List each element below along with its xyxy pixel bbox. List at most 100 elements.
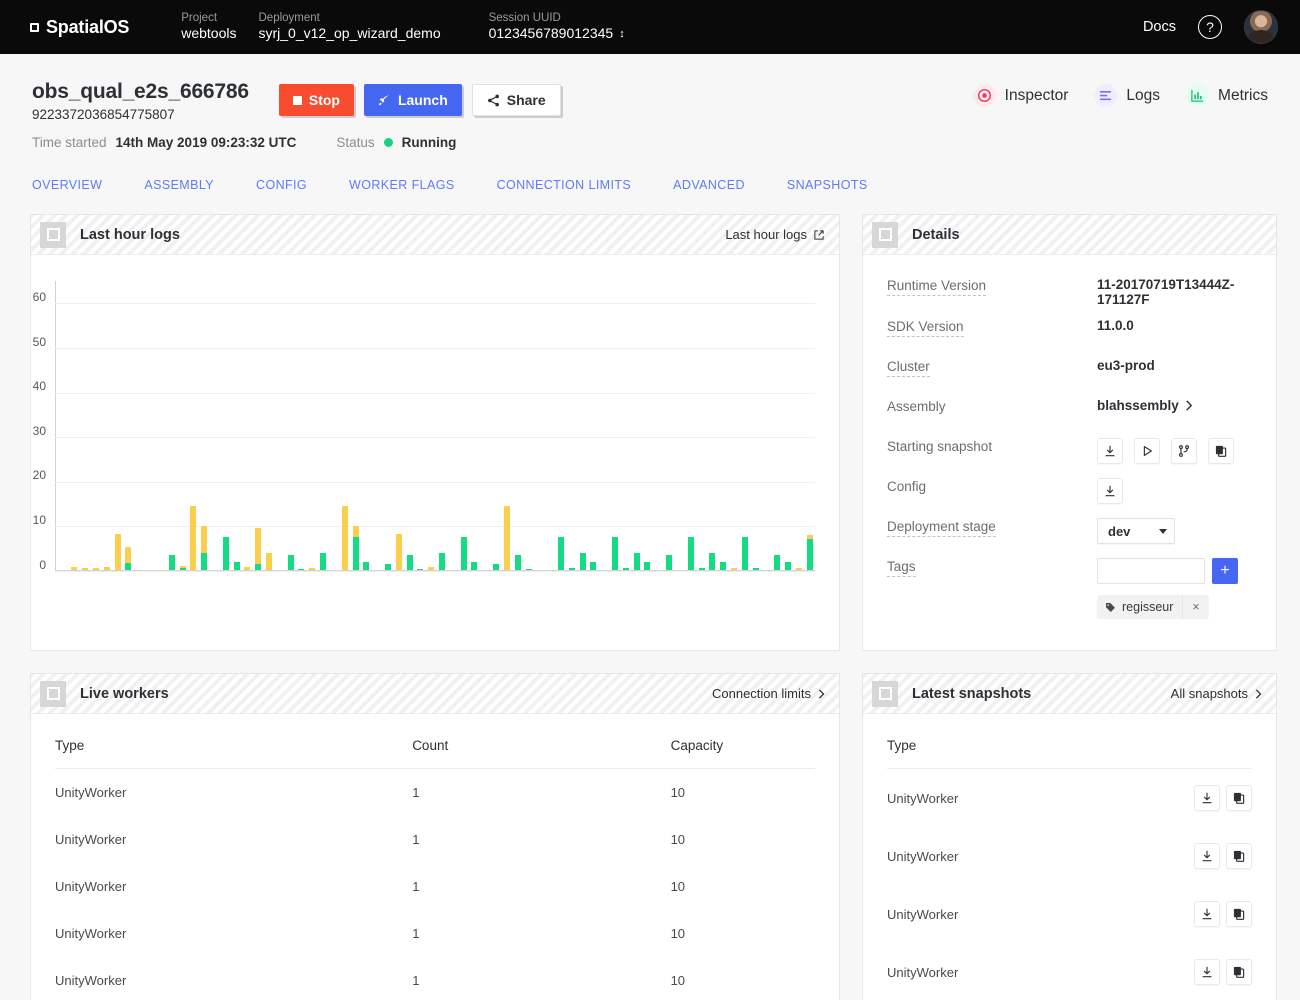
chart-bar-slot[interactable] bbox=[556, 281, 567, 570]
download-snapshot-button[interactable] bbox=[1194, 901, 1220, 927]
chart-bar-slot[interactable] bbox=[437, 281, 448, 570]
chart-bar-slot[interactable] bbox=[729, 281, 740, 570]
project-value[interactable]: webtools bbox=[181, 25, 236, 43]
copy-snapshot-button[interactable] bbox=[1226, 843, 1252, 869]
inspector-link[interactable]: Inspector bbox=[973, 84, 1069, 107]
launch-button[interactable]: Launch bbox=[364, 84, 462, 116]
table-row[interactable]: UnityWorker110 bbox=[55, 816, 815, 863]
chart-bar-slot[interactable] bbox=[610, 281, 621, 570]
tab-overview[interactable]: OVERVIEW bbox=[32, 178, 144, 192]
table-row[interactable]: UnityWorker bbox=[887, 769, 1252, 828]
chart-bar-slot[interactable] bbox=[469, 281, 480, 570]
table-row[interactable]: UnityWorker110 bbox=[55, 863, 815, 910]
chart-bar-slot[interactable] bbox=[804, 281, 815, 570]
chart-bar-slot[interactable] bbox=[523, 281, 534, 570]
tab-worker-flags[interactable]: WORKER FLAGS bbox=[349, 178, 497, 192]
share-button[interactable]: Share bbox=[472, 84, 561, 116]
chart-bar-slot[interactable] bbox=[783, 281, 794, 570]
tab-connection-limits[interactable]: CONNECTION LIMITS bbox=[497, 178, 674, 192]
tab-assembly[interactable]: ASSEMBLY bbox=[144, 178, 256, 192]
spatialos-logo[interactable]: SpatialOS bbox=[30, 17, 129, 38]
chart-bar-slot[interactable] bbox=[156, 281, 167, 570]
chart-bar-slot[interactable] bbox=[296, 281, 307, 570]
stop-button[interactable]: Stop bbox=[279, 84, 354, 116]
logs-link[interactable]: Logs bbox=[1094, 84, 1160, 107]
tag-input[interactable] bbox=[1097, 558, 1205, 584]
chart-bar-slot[interactable] bbox=[696, 281, 707, 570]
chart-bar-slot[interactable] bbox=[458, 281, 469, 570]
deployment-value[interactable]: syrj_0_v12_op_wizard_demo bbox=[259, 25, 441, 43]
copy-snapshot-button[interactable] bbox=[1226, 785, 1252, 811]
download-config-button[interactable] bbox=[1097, 478, 1123, 504]
avatar[interactable] bbox=[1244, 10, 1278, 44]
chart-bar-slot[interactable] bbox=[707, 281, 718, 570]
chart-bar-slot[interactable] bbox=[620, 281, 631, 570]
chart-bar-slot[interactable] bbox=[101, 281, 112, 570]
chart-bar-slot[interactable] bbox=[491, 281, 502, 570]
chart-bar-slot[interactable] bbox=[480, 281, 491, 570]
chart-bar-slot[interactable] bbox=[372, 281, 383, 570]
chart-bar-slot[interactable] bbox=[415, 281, 426, 570]
chart-bar-slot[interactable] bbox=[599, 281, 610, 570]
chart-bar-slot[interactable] bbox=[220, 281, 231, 570]
chart-bar-slot[interactable] bbox=[653, 281, 664, 570]
chart-bar-slot[interactable] bbox=[685, 281, 696, 570]
copy-snapshot-button[interactable] bbox=[1208, 438, 1234, 464]
all-snapshots-link[interactable]: All snapshots bbox=[1171, 686, 1262, 701]
table-row[interactable]: UnityWorker110 bbox=[55, 910, 815, 957]
chart-bar-slot[interactable] bbox=[242, 281, 253, 570]
deployment-stage-select[interactable]: dev bbox=[1097, 518, 1175, 544]
tab-config[interactable]: CONFIG bbox=[256, 178, 349, 192]
table-row[interactable]: UnityWorker110 bbox=[55, 769, 815, 817]
chart-bar-slot[interactable] bbox=[393, 281, 404, 570]
chart-bar-slot[interactable] bbox=[566, 281, 577, 570]
metrics-link[interactable]: Metrics bbox=[1186, 84, 1268, 107]
chart-bar-slot[interactable] bbox=[631, 281, 642, 570]
chart-bar-slot[interactable] bbox=[545, 281, 556, 570]
chart-bar-slot[interactable] bbox=[285, 281, 296, 570]
chart-bar-slot[interactable] bbox=[718, 281, 729, 570]
last-hour-logs-external-link[interactable]: Last hour logs bbox=[725, 227, 825, 242]
chart-bar-slot[interactable] bbox=[145, 281, 156, 570]
tab-advanced[interactable]: ADVANCED bbox=[673, 178, 787, 192]
chart-bar-slot[interactable] bbox=[339, 281, 350, 570]
table-row[interactable]: UnityWorker bbox=[887, 885, 1252, 943]
chart-bar-slot[interactable] bbox=[264, 281, 275, 570]
chart-bar-slot[interactable] bbox=[188, 281, 199, 570]
chart-bar-slot[interactable] bbox=[577, 281, 588, 570]
copy-snapshot-button[interactable] bbox=[1226, 901, 1252, 927]
download-snapshot-button[interactable] bbox=[1194, 959, 1220, 985]
chart-bar-slot[interactable] bbox=[761, 281, 772, 570]
table-row[interactable]: UnityWorker bbox=[887, 827, 1252, 885]
chart-bar-slot[interactable] bbox=[588, 281, 599, 570]
chart-bar-slot[interactable] bbox=[253, 281, 264, 570]
chart-bar-slot[interactable] bbox=[80, 281, 91, 570]
chart-bar-slot[interactable] bbox=[739, 281, 750, 570]
tab-snapshots[interactable]: SNAPSHOTS bbox=[787, 178, 910, 192]
assembly-link[interactable]: blahssembly bbox=[1097, 398, 1193, 413]
remove-tag-button[interactable]: × bbox=[1182, 595, 1208, 619]
chart-bar-slot[interactable] bbox=[134, 281, 145, 570]
add-tag-button[interactable]: + bbox=[1212, 558, 1238, 584]
docs-link[interactable]: Docs bbox=[1143, 19, 1176, 35]
chart-bar-slot[interactable] bbox=[750, 281, 761, 570]
chart-bar-slot[interactable] bbox=[199, 281, 210, 570]
chart-bar-slot[interactable] bbox=[210, 281, 221, 570]
download-snapshot-button[interactable] bbox=[1194, 785, 1220, 811]
chart-bar-slot[interactable] bbox=[383, 281, 394, 570]
chart-bar-slot[interactable] bbox=[69, 281, 80, 570]
chart-bar-slot[interactable] bbox=[166, 281, 177, 570]
chart-bar-slot[interactable] bbox=[426, 281, 437, 570]
help-icon[interactable]: ? bbox=[1198, 15, 1222, 39]
chart-bar-slot[interactable] bbox=[274, 281, 285, 570]
chart-bar-slot[interactable] bbox=[512, 281, 523, 570]
connection-limits-link[interactable]: Connection limits bbox=[712, 686, 825, 701]
chart-bar-slot[interactable] bbox=[329, 281, 340, 570]
branch-snapshot-button[interactable] bbox=[1171, 438, 1197, 464]
chart-bar-slot[interactable] bbox=[447, 281, 458, 570]
download-snapshot-button[interactable] bbox=[1097, 438, 1123, 464]
chart-bar-slot[interactable] bbox=[91, 281, 102, 570]
copy-snapshot-button[interactable] bbox=[1226, 959, 1252, 985]
chart-bar-slot[interactable] bbox=[793, 281, 804, 570]
table-row[interactable]: UnityWorker bbox=[887, 943, 1252, 1000]
